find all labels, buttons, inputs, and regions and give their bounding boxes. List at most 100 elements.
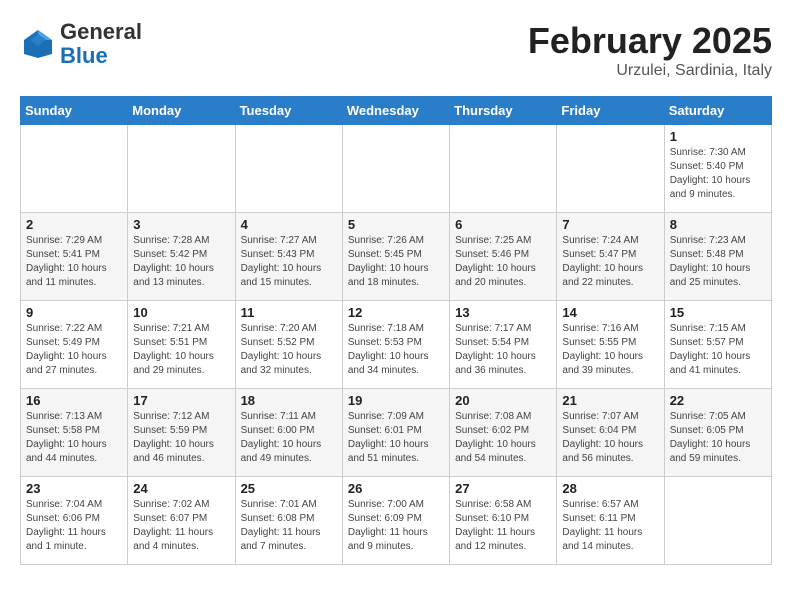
calendar-title: February 2025 bbox=[528, 20, 772, 62]
calendar-cell: 10 Sunrise: 7:21 AM Sunset: 5:51 PM Dayli… bbox=[128, 301, 235, 389]
header-tuesday: Tuesday bbox=[235, 97, 342, 125]
calendar-cell: 13 Sunrise: 7:17 AM Sunset: 5:54 PM Dayli… bbox=[450, 301, 557, 389]
calendar-table: SundayMondayTuesdayWednesdayThursdayFrid… bbox=[20, 96, 772, 565]
calendar-cell: 8 Sunrise: 7:23 AM Sunset: 5:48 PM Daylig… bbox=[664, 213, 771, 301]
header-monday: Monday bbox=[128, 97, 235, 125]
header-wednesday: Wednesday bbox=[342, 97, 449, 125]
calendar-cell: 1Sunrise: 7:30 AM Sunset: 5:40 PM Daylig… bbox=[664, 125, 771, 213]
day-number: 17 bbox=[133, 393, 229, 408]
calendar-cell: 7 Sunrise: 7:24 AM Sunset: 5:47 PM Daylig… bbox=[557, 213, 664, 301]
calendar-cell: 16 Sunrise: 7:13 AM Sunset: 5:58 PM Dayli… bbox=[21, 389, 128, 477]
day-info: Sunrise: 7:20 AM Sunset: 5:52 PM Dayligh… bbox=[241, 322, 337, 378]
day-info: Sunrise: 6:58 AM Sunset: 6:10 PM Dayligh… bbox=[455, 498, 551, 554]
day-info: Sunrise: 7:05 AM Sunset: 6:05 PM Dayligh… bbox=[670, 410, 766, 466]
day-number: 9 bbox=[26, 305, 122, 320]
calendar-cell: 20 Sunrise: 7:08 AM Sunset: 6:02 PM Dayli… bbox=[450, 389, 557, 477]
calendar-cell bbox=[128, 125, 235, 213]
calendar-cell: 15 Sunrise: 7:15 AM Sunset: 5:57 PM Dayli… bbox=[664, 301, 771, 389]
day-info: Sunrise: 7:12 AM Sunset: 5:59 PM Dayligh… bbox=[133, 410, 229, 466]
day-number: 10 bbox=[133, 305, 229, 320]
day-number: 11 bbox=[241, 305, 337, 320]
day-info: Sunrise: 7:29 AM Sunset: 5:41 PM Dayligh… bbox=[26, 234, 122, 290]
calendar-week-3: 9 Sunrise: 7:22 AM Sunset: 5:49 PM Daylig… bbox=[21, 301, 772, 389]
day-info: Sunrise: 7:25 AM Sunset: 5:46 PM Dayligh… bbox=[455, 234, 551, 290]
calendar-cell bbox=[235, 125, 342, 213]
calendar-cell: 21 Sunrise: 7:07 AM Sunset: 6:04 PM Dayli… bbox=[557, 389, 664, 477]
calendar-cell: 23 Sunrise: 7:04 AM Sunset: 6:06 PM Dayli… bbox=[21, 477, 128, 565]
day-number: 20 bbox=[455, 393, 551, 408]
day-info: Sunrise: 7:09 AM Sunset: 6:01 PM Dayligh… bbox=[348, 410, 444, 466]
day-number: 26 bbox=[348, 481, 444, 496]
calendar-cell: 4 Sunrise: 7:27 AM Sunset: 5:43 PM Daylig… bbox=[235, 213, 342, 301]
header-sunday: Sunday bbox=[21, 97, 128, 125]
day-info: Sunrise: 7:15 AM Sunset: 5:57 PM Dayligh… bbox=[670, 322, 766, 378]
day-number: 15 bbox=[670, 305, 766, 320]
day-number: 24 bbox=[133, 481, 229, 496]
day-number: 16 bbox=[26, 393, 122, 408]
day-number: 7 bbox=[562, 217, 658, 232]
day-number: 25 bbox=[241, 481, 337, 496]
logo-icon bbox=[20, 26, 56, 62]
day-number: 18 bbox=[241, 393, 337, 408]
page-header: General Blue February 2025 Urzulei, Sard… bbox=[20, 20, 772, 80]
day-info: Sunrise: 7:22 AM Sunset: 5:49 PM Dayligh… bbox=[26, 322, 122, 378]
day-info: Sunrise: 7:17 AM Sunset: 5:54 PM Dayligh… bbox=[455, 322, 551, 378]
calendar-cell: 24 Sunrise: 7:02 AM Sunset: 6:07 PM Dayli… bbox=[128, 477, 235, 565]
day-info: Sunrise: 7:28 AM Sunset: 5:42 PM Dayligh… bbox=[133, 234, 229, 290]
day-number: 13 bbox=[455, 305, 551, 320]
day-info: Sunrise: 7:08 AM Sunset: 6:02 PM Dayligh… bbox=[455, 410, 551, 466]
day-info: Sunrise: 7:30 AM Sunset: 5:40 PM Dayligh… bbox=[670, 146, 766, 202]
day-number: 23 bbox=[26, 481, 122, 496]
day-info: Sunrise: 7:00 AM Sunset: 6:09 PM Dayligh… bbox=[348, 498, 444, 554]
day-number: 21 bbox=[562, 393, 658, 408]
day-number: 3 bbox=[133, 217, 229, 232]
logo: General Blue bbox=[20, 20, 142, 68]
calendar-cell: 25Sunrise: 7:01 AM Sunset: 6:08 PM Dayli… bbox=[235, 477, 342, 565]
calendar-cell bbox=[557, 125, 664, 213]
day-number: 19 bbox=[348, 393, 444, 408]
day-number: 8 bbox=[670, 217, 766, 232]
calendar-cell: 2 Sunrise: 7:29 AM Sunset: 5:41 PM Daylig… bbox=[21, 213, 128, 301]
header-friday: Friday bbox=[557, 97, 664, 125]
day-number: 6 bbox=[455, 217, 551, 232]
calendar-cell: 17 Sunrise: 7:12 AM Sunset: 5:59 PM Dayli… bbox=[128, 389, 235, 477]
day-info: Sunrise: 7:04 AM Sunset: 6:06 PM Dayligh… bbox=[26, 498, 122, 554]
day-info: Sunrise: 6:57 AM Sunset: 6:11 PM Dayligh… bbox=[562, 498, 658, 554]
day-number: 4 bbox=[241, 217, 337, 232]
day-info: Sunrise: 7:23 AM Sunset: 5:48 PM Dayligh… bbox=[670, 234, 766, 290]
calendar-cell: 26 Sunrise: 7:00 AM Sunset: 6:09 PM Dayli… bbox=[342, 477, 449, 565]
calendar-cell bbox=[21, 125, 128, 213]
calendar-week-4: 16 Sunrise: 7:13 AM Sunset: 5:58 PM Dayli… bbox=[21, 389, 772, 477]
calendar-week-5: 23 Sunrise: 7:04 AM Sunset: 6:06 PM Dayli… bbox=[21, 477, 772, 565]
day-number: 2 bbox=[26, 217, 122, 232]
day-info: Sunrise: 7:02 AM Sunset: 6:07 PM Dayligh… bbox=[133, 498, 229, 554]
calendar-cell: 19 Sunrise: 7:09 AM Sunset: 6:01 PM Dayli… bbox=[342, 389, 449, 477]
calendar-cell: 5 Sunrise: 7:26 AM Sunset: 5:45 PM Daylig… bbox=[342, 213, 449, 301]
day-info: Sunrise: 7:13 AM Sunset: 5:58 PM Dayligh… bbox=[26, 410, 122, 466]
day-info: Sunrise: 7:24 AM Sunset: 5:47 PM Dayligh… bbox=[562, 234, 658, 290]
calendar-cell bbox=[450, 125, 557, 213]
title-block: February 2025 Urzulei, Sardinia, Italy bbox=[528, 20, 772, 80]
day-info: Sunrise: 7:26 AM Sunset: 5:45 PM Dayligh… bbox=[348, 234, 444, 290]
calendar-subtitle: Urzulei, Sardinia, Italy bbox=[528, 62, 772, 80]
day-info: Sunrise: 7:21 AM Sunset: 5:51 PM Dayligh… bbox=[133, 322, 229, 378]
calendar-cell: 22 Sunrise: 7:05 AM Sunset: 6:05 PM Dayli… bbox=[664, 389, 771, 477]
day-info: Sunrise: 7:27 AM Sunset: 5:43 PM Dayligh… bbox=[241, 234, 337, 290]
header-saturday: Saturday bbox=[664, 97, 771, 125]
day-number: 5 bbox=[348, 217, 444, 232]
calendar-cell: 11 Sunrise: 7:20 AM Sunset: 5:52 PM Dayli… bbox=[235, 301, 342, 389]
calendar-cell: 18Sunrise: 7:11 AM Sunset: 6:00 PM Dayli… bbox=[235, 389, 342, 477]
day-number: 28 bbox=[562, 481, 658, 496]
calendar-cell: 6 Sunrise: 7:25 AM Sunset: 5:46 PM Daylig… bbox=[450, 213, 557, 301]
day-info: Sunrise: 7:07 AM Sunset: 6:04 PM Dayligh… bbox=[562, 410, 658, 466]
day-number: 22 bbox=[670, 393, 766, 408]
logo-text: General Blue bbox=[60, 20, 142, 68]
calendar-cell bbox=[664, 477, 771, 565]
calendar-cell: 14Sunrise: 7:16 AM Sunset: 5:55 PM Dayli… bbox=[557, 301, 664, 389]
calendar-week-2: 2 Sunrise: 7:29 AM Sunset: 5:41 PM Daylig… bbox=[21, 213, 772, 301]
calendar-cell: 27Sunrise: 6:58 AM Sunset: 6:10 PM Dayli… bbox=[450, 477, 557, 565]
calendar-cell: 9 Sunrise: 7:22 AM Sunset: 5:49 PM Daylig… bbox=[21, 301, 128, 389]
calendar-cell: 28 Sunrise: 6:57 AM Sunset: 6:11 PM Dayli… bbox=[557, 477, 664, 565]
calendar-week-1: 1Sunrise: 7:30 AM Sunset: 5:40 PM Daylig… bbox=[21, 125, 772, 213]
header-thursday: Thursday bbox=[450, 97, 557, 125]
